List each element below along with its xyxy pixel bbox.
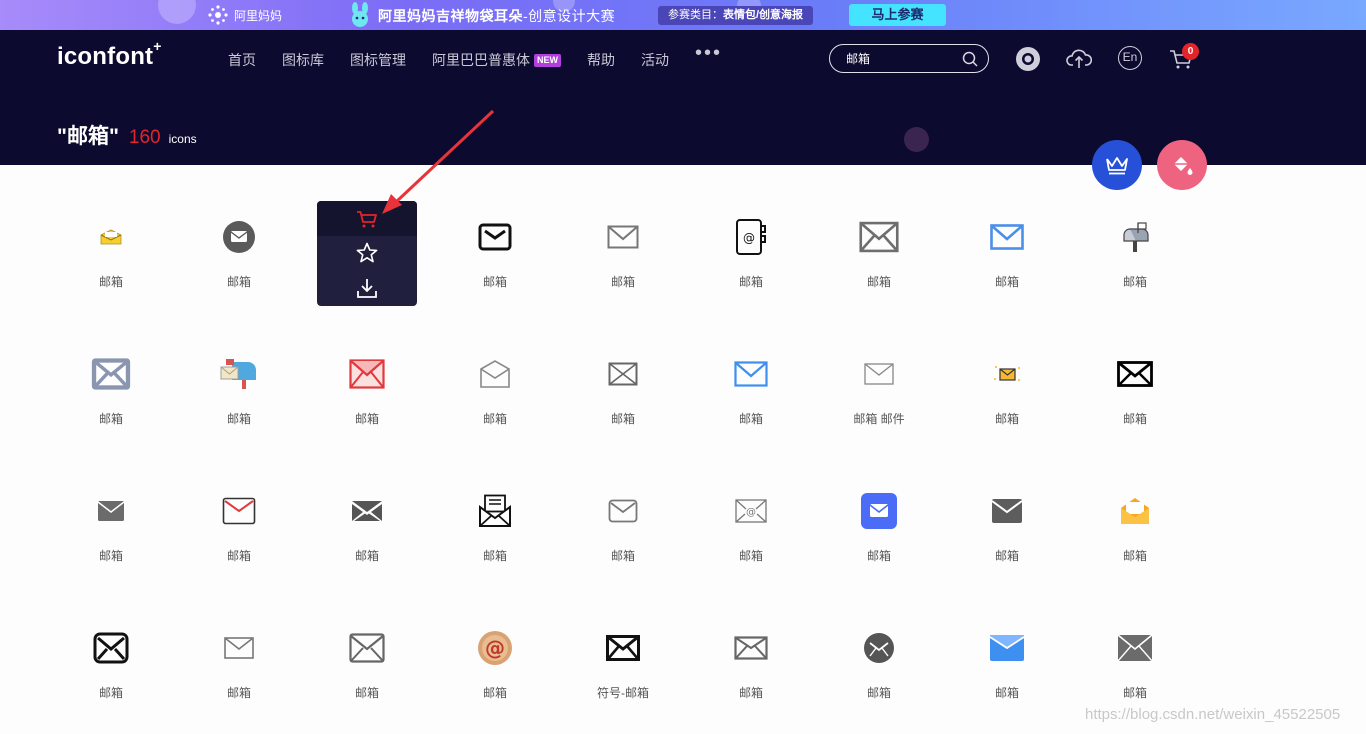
watermark: https://blog.csdn.net/weixin_45522505	[1085, 706, 1341, 723]
annotation-arrow	[382, 109, 495, 214]
